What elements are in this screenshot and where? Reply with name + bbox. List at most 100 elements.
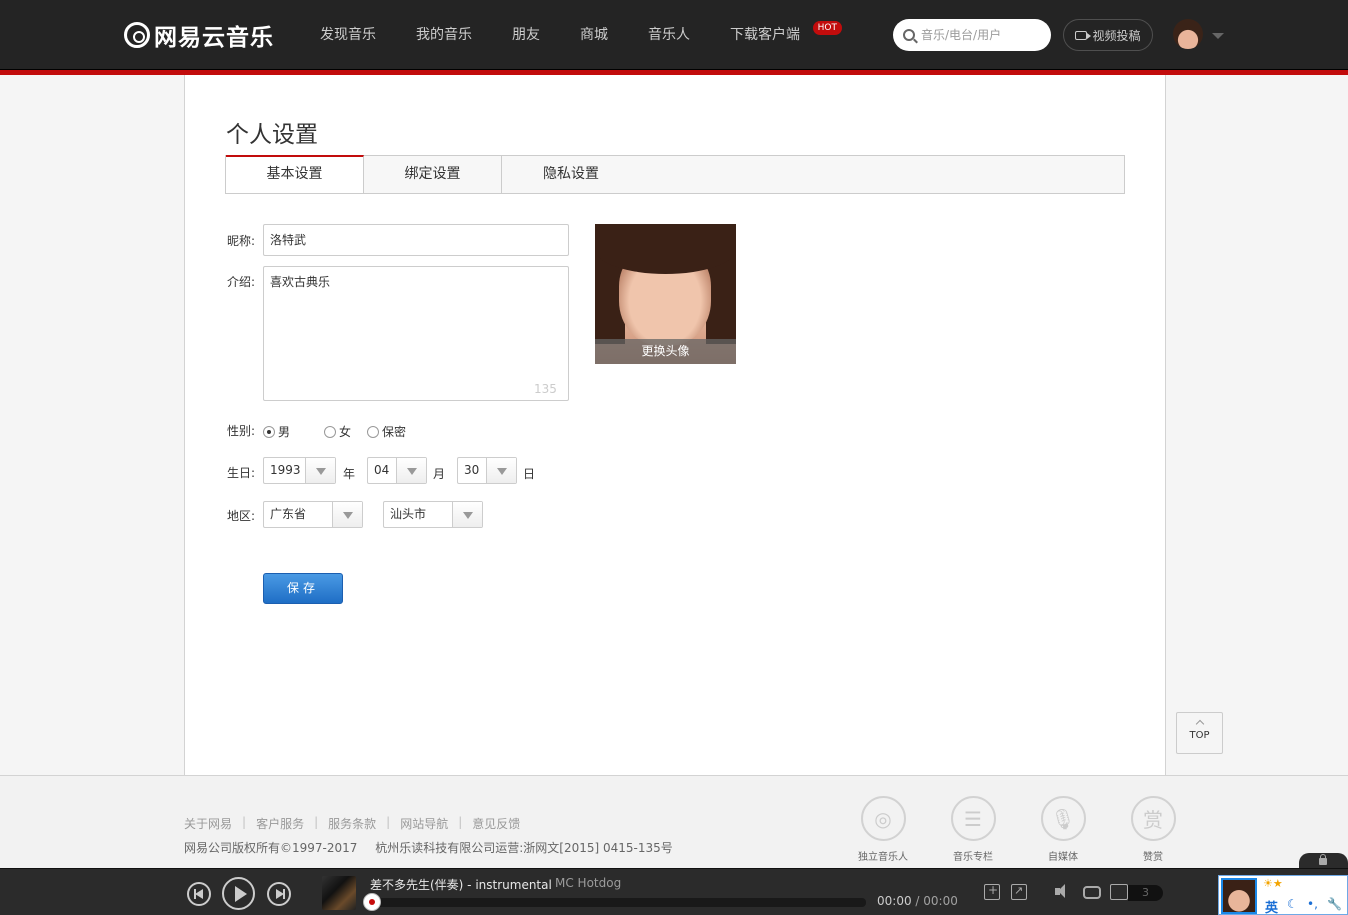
- footer-link-sitemap[interactable]: 网站导航: [400, 815, 448, 832]
- dropdown-arrow-icon: [305, 458, 335, 483]
- dropdown-arrow-icon: [452, 502, 482, 527]
- ime-punctuation-icon[interactable]: •,: [1307, 897, 1318, 911]
- ime-toolbar: ☀★ 英 ☾ •, 🔧: [1218, 875, 1348, 915]
- footer-reward[interactable]: 赏 赞赏: [1108, 796, 1198, 863]
- footer-links: 关于网易 | 客户服务 | 服务条款 | 网站导航 | 意见反馈: [184, 815, 520, 832]
- year-unit: 年: [343, 467, 356, 481]
- album-cover[interactable]: [322, 876, 356, 910]
- footer-link-customer-service[interactable]: 客户服务: [256, 815, 304, 832]
- nav-download-client[interactable]: 下载客户端 HOT: [710, 0, 842, 70]
- save-button[interactable]: 保存: [263, 573, 343, 604]
- month-unit: 月: [433, 467, 446, 481]
- birth-day-select[interactable]: 30: [457, 457, 517, 484]
- loop-mode-icon[interactable]: [1083, 886, 1101, 899]
- back-to-top-label: TOP: [1189, 730, 1210, 741]
- chevron-down-icon[interactable]: [1212, 33, 1224, 39]
- player-bar: 差不多先生(伴奏) - instrumental MC Hotdog 00:00…: [0, 868, 1348, 915]
- ime-wrench-icon[interactable]: 🔧: [1327, 897, 1342, 911]
- tab-privacy-settings[interactable]: 隐私设置: [502, 156, 640, 193]
- birth-year-select[interactable]: 1993: [263, 457, 336, 484]
- microphone-icon: 🎙: [1040, 796, 1086, 841]
- gender-radio-male[interactable]: 男: [263, 423, 290, 440]
- settings-tabs: 基本设置 绑定设置 隐私设置: [225, 155, 1125, 194]
- change-avatar-button[interactable]: 更换头像: [595, 339, 736, 364]
- copyright-text: 网易公司版权所有©1997-2017 杭州乐读科技有限公司运营:浙网文[2015…: [184, 839, 673, 856]
- top-nav-bar: 网易云音乐 发现音乐 我的音乐 朋友 商城 音乐人 下载客户端 HOT 视频投稿: [0, 0, 1348, 70]
- netease-music-logo[interactable]: 网易云音乐: [124, 19, 274, 51]
- tab-basic-settings[interactable]: 基本设置: [226, 155, 364, 193]
- player-lock-tab[interactable]: [1299, 853, 1348, 869]
- nav-musician[interactable]: 音乐人: [628, 0, 710, 70]
- netease-logo-icon: [124, 22, 150, 48]
- video-upload-button[interactable]: 视频投稿: [1063, 19, 1153, 51]
- footer-self-media[interactable]: 🎙 自媒体: [1018, 796, 1108, 863]
- ime-avatar[interactable]: [1221, 878, 1257, 914]
- page-title: 个人设置: [226, 122, 318, 148]
- intro-char-count: 135: [534, 382, 557, 396]
- footer: 关于网易 | 客户服务 | 服务条款 | 网站导航 | 意见反馈 网易公司版权所…: [0, 775, 1348, 868]
- tab-binding-settings[interactable]: 绑定设置: [364, 156, 502, 193]
- nav-friends[interactable]: 朋友: [492, 0, 560, 70]
- province-value: 广东省: [270, 507, 307, 521]
- region-label: 地区:: [227, 509, 256, 523]
- footer-link-about[interactable]: 关于网易: [184, 815, 232, 832]
- gender-radio-female[interactable]: 女: [324, 423, 351, 440]
- avatar-hair: [595, 224, 736, 274]
- nav-my-music[interactable]: 我的音乐: [396, 0, 492, 70]
- footer-separator: |: [386, 815, 391, 829]
- song-artist[interactable]: MC Hotdog: [555, 876, 621, 890]
- ime-skin-icon[interactable]: ☀★: [1263, 877, 1283, 890]
- song-title[interactable]: 差不多先生(伴奏) - instrumental: [370, 876, 552, 893]
- footer-icon-label: 独立音乐人: [858, 852, 908, 863]
- previous-track-button[interactable]: [187, 882, 211, 906]
- birth-day-value: 30: [464, 463, 480, 477]
- back-to-top-button[interactable]: TOP: [1176, 712, 1223, 754]
- province-select[interactable]: 广东省: [263, 501, 363, 528]
- progress-bar[interactable]: [370, 898, 866, 907]
- radio-unchecked-icon: [367, 425, 380, 438]
- gender-secret-label: 保密: [382, 425, 407, 439]
- footer-icon-links: ◎ 独立音乐人 ☰ 音乐专栏 🎙 自媒体 赏 赞赏: [838, 796, 1198, 863]
- progress-handle[interactable]: [363, 893, 381, 911]
- hot-badge: HOT: [812, 21, 842, 35]
- intro-label: 介绍:: [227, 275, 256, 289]
- chevron-up-icon: [1195, 719, 1204, 729]
- radio-checked-icon: [263, 425, 275, 438]
- nav-discover-music[interactable]: 发现音乐: [300, 0, 396, 70]
- dropdown-arrow-icon: [332, 502, 362, 527]
- nickname-input[interactable]: 洛特武: [263, 224, 569, 256]
- nav-store[interactable]: 商城: [560, 0, 628, 70]
- birth-month-select[interactable]: 04: [367, 457, 427, 484]
- video-upload-label: 视频投稿: [1092, 28, 1141, 43]
- ime-moon-icon[interactable]: ☾: [1287, 897, 1298, 911]
- volume-icon[interactable]: [1055, 884, 1071, 900]
- footer-separator: |: [314, 815, 319, 829]
- gender-label: 性别:: [227, 424, 256, 438]
- footer-music-column[interactable]: ☰ 音乐专栏: [928, 796, 1018, 863]
- total-time: 00:00: [923, 894, 958, 908]
- video-camera-icon: [1075, 30, 1092, 40]
- playlist-count[interactable]: 3: [1128, 885, 1163, 901]
- search-input[interactable]: [921, 28, 1041, 42]
- add-to-playlist-icon[interactable]: [984, 883, 1000, 900]
- footer-independent-musician[interactable]: ◎ 独立音乐人: [838, 796, 928, 863]
- profile-avatar[interactable]: 更换头像: [595, 224, 736, 364]
- next-track-button[interactable]: [267, 882, 291, 906]
- radio-unchecked-icon: [324, 425, 337, 438]
- play-button[interactable]: [222, 877, 255, 910]
- intro-textarea[interactable]: 喜欢古典乐: [263, 266, 569, 401]
- footer-icon-label: 赞赏: [1143, 852, 1163, 863]
- city-select[interactable]: 汕头市: [383, 501, 483, 528]
- gender-radio-secret[interactable]: 保密: [367, 423, 406, 440]
- play-time: 00:00 / 00:00: [877, 894, 958, 908]
- footer-link-feedback[interactable]: 意见反馈: [472, 815, 520, 832]
- playlist-icon[interactable]: [1110, 884, 1128, 900]
- footer-link-terms[interactable]: 服务条款: [328, 815, 376, 832]
- birthday-label: 生日:: [227, 466, 256, 480]
- time-separator: /: [911, 894, 924, 908]
- share-icon[interactable]: [1011, 884, 1027, 900]
- ime-language-toggle[interactable]: 英: [1265, 897, 1278, 915]
- user-avatar[interactable]: [1173, 19, 1203, 49]
- birth-month-value: 04: [374, 463, 390, 477]
- footer-separator: |: [458, 815, 463, 829]
